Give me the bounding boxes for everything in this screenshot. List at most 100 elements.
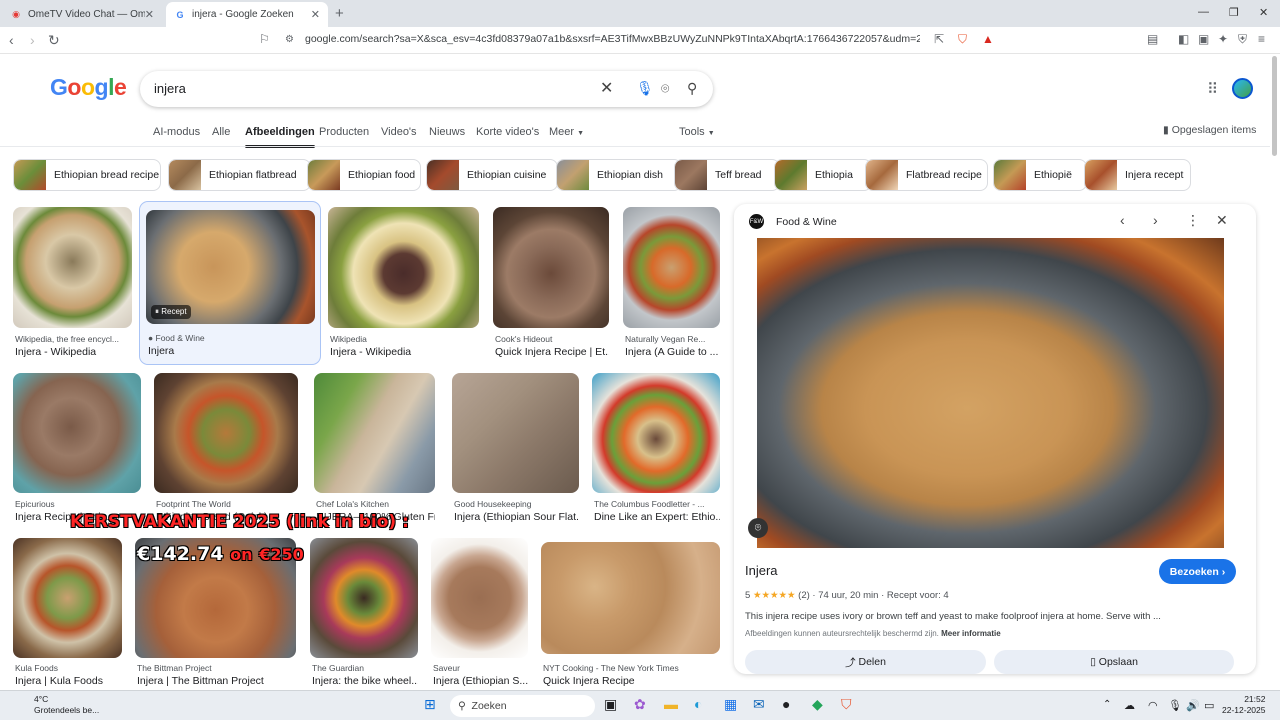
- tab-products[interactable]: Producten: [319, 126, 369, 138]
- reload-icon[interactable]: ↻: [48, 32, 60, 49]
- image-result[interactable]: Kula Foods Injera | Kula Foods: [13, 538, 122, 688]
- image-result-selected[interactable]: ⏸ Recept ● Food & Wine Injera: [139, 201, 321, 365]
- site-info-icon[interactable]: ⚙: [285, 34, 294, 45]
- image-result[interactable]: Saveur Injera (Ethiopian S...: [431, 538, 528, 688]
- tab-short-videos[interactable]: Korte video's: [476, 126, 539, 138]
- panel-source[interactable]: F&W Food & Wine: [749, 214, 837, 229]
- bookmark-icon[interactable]: ⚐: [259, 32, 270, 46]
- rewards-icon[interactable]: ▲: [982, 32, 994, 46]
- app-icon[interactable]: ●: [782, 696, 790, 712]
- close-icon[interactable]: ✕: [1216, 212, 1228, 229]
- weather-widget[interactable]: 4°C Grotendeels be...: [10, 694, 99, 716]
- chip[interactable]: Ethiopian bread recipe: [13, 159, 161, 191]
- chip[interactable]: Injera recept: [1084, 159, 1191, 191]
- outlook-icon[interactable]: ✉: [753, 696, 765, 713]
- share-icon[interactable]: ⇱: [934, 32, 944, 46]
- image-result[interactable]: NYT Cooking - The New York Times Quick I…: [541, 542, 720, 688]
- close-tab-icon[interactable]: ✕: [145, 8, 154, 21]
- clear-search-icon[interactable]: ✕: [600, 78, 613, 98]
- tray-chevron-icon[interactable]: ⌃: [1103, 699, 1111, 710]
- forward-icon[interactable]: ›: [30, 32, 35, 48]
- search-box[interactable]: injera ✕ 🎙 ⌾ ⚲: [140, 71, 713, 107]
- tab-videos[interactable]: Video's: [381, 126, 417, 138]
- save-label: Opslaan: [1098, 656, 1138, 668]
- lens-icon[interactable]: ⌾: [748, 518, 768, 538]
- brave-shields-icon[interactable]: ⛉: [958, 32, 967, 47]
- close-window-icon[interactable]: ✕: [1259, 6, 1268, 19]
- brave-icon[interactable]: ⛉: [841, 696, 852, 713]
- result-image: [314, 373, 435, 493]
- page-scrollbar[interactable]: [1272, 56, 1277, 156]
- preview-image[interactable]: [757, 238, 1224, 548]
- tab-news[interactable]: Nieuws: [429, 126, 465, 138]
- more-options-icon[interactable]: ⋮: [1186, 212, 1200, 229]
- menu-icon[interactable]: ≡: [1258, 32, 1265, 46]
- image-result[interactable]: Good Housekeeping Injera (Ethiopian Sour…: [452, 373, 579, 525]
- image-result[interactable]: Footprint The World Ethiopian Bread (Qui…: [154, 373, 298, 525]
- tab-tools[interactable]: Tools ▼: [679, 126, 715, 138]
- image-result[interactable]: The Columbus Foodletter - ... Dine Like …: [592, 373, 720, 525]
- tab-ai-mode[interactable]: AI-modus: [153, 126, 200, 138]
- taskbar-search[interactable]: ⚲ Zoeken: [450, 695, 595, 717]
- chip[interactable]: Ethiopian food: [307, 159, 421, 191]
- close-tab-icon[interactable]: ✕: [311, 8, 320, 21]
- chip[interactable]: Teff bread: [674, 159, 780, 191]
- previous-icon[interactable]: ‹: [1120, 212, 1125, 228]
- visit-button[interactable]: Bezoeken ›: [1159, 559, 1236, 584]
- windows-start-icon[interactable]: ⊞: [424, 696, 436, 713]
- image-result[interactable]: Wikipedia Injera - Wikipedia: [328, 207, 479, 359]
- tab-all[interactable]: Alle: [212, 126, 230, 138]
- search-input[interactable]: injera: [154, 81, 186, 96]
- app-icon-green[interactable]: ◆: [812, 696, 823, 713]
- wifi-icon[interactable]: ◠: [1148, 699, 1158, 712]
- lens-search-icon[interactable]: ⌾: [661, 80, 669, 97]
- save-button[interactable]: ▯ Opslaan: [994, 650, 1234, 674]
- image-result[interactable]: Cook's Hideout Quick Injera Recipe | Et.…: [493, 207, 609, 359]
- share-button[interactable]: ⤴ Delen: [745, 650, 986, 674]
- chip[interactable]: Ethiopië: [993, 159, 1087, 191]
- store-icon[interactable]: ▦: [724, 696, 737, 713]
- new-tab-icon[interactable]: +: [335, 5, 344, 22]
- chip[interactable]: Ethiopian dish: [556, 159, 682, 191]
- taskbar-clock[interactable]: 21:52 22-12-2025: [1222, 694, 1265, 716]
- url-field[interactable]: google.com/search?sa=X&sca_esv=4c3fd0837…: [305, 33, 920, 45]
- voice-search-icon[interactable]: 🎙: [636, 80, 654, 97]
- sidebar-icon[interactable]: ◧: [1178, 32, 1189, 46]
- image-result[interactable]: Epicurious Injera Recipe | Epi...: [13, 373, 141, 525]
- file-explorer-icon[interactable]: ▬: [664, 696, 678, 712]
- panel-title[interactable]: Injera: [745, 563, 778, 578]
- tab-more[interactable]: Meer ▼: [549, 126, 584, 138]
- more-info-link[interactable]: Meer informatie: [941, 629, 1001, 638]
- microphone-icon[interactable]: 🎙: [1168, 699, 1182, 712]
- restore-icon[interactable]: ❐: [1229, 6, 1239, 19]
- next-icon[interactable]: ›: [1153, 212, 1158, 228]
- chip[interactable]: Flatbread recipe: [865, 159, 988, 191]
- browser-tab-ometv[interactable]: ◉ OmeTV Video Chat — Omegle R ✕: [2, 2, 162, 27]
- chip[interactable]: Ethiopian flatbread: [168, 159, 311, 191]
- image-result[interactable]: Wikipedia, the free encycl... Injera - W…: [13, 207, 132, 359]
- copilot-icon[interactable]: ✿: [634, 696, 646, 713]
- reader-icon[interactable]: ▤: [1147, 32, 1158, 46]
- apps-grid-icon[interactable]: ⠿: [1207, 80, 1218, 98]
- volume-icon[interactable]: 🔊: [1186, 699, 1200, 712]
- edge-icon[interactable]: ◐: [694, 696, 702, 712]
- back-icon[interactable]: ‹: [9, 32, 14, 48]
- vpn-icon[interactable]: ⛨: [1238, 32, 1247, 47]
- avatar[interactable]: [1232, 78, 1253, 99]
- saved-items-link[interactable]: ▮ Opgeslagen items: [1163, 124, 1256, 136]
- wallet-icon[interactable]: ▣: [1198, 32, 1209, 46]
- chip[interactable]: Ethiopia: [774, 159, 872, 191]
- battery-icon[interactable]: ▭: [1204, 699, 1214, 712]
- image-result[interactable]: Chef Lola's Kitchen INJERA—100% Gluten F…: [314, 373, 435, 525]
- google-logo[interactable]: Google: [50, 74, 127, 101]
- search-icon[interactable]: ⚲: [687, 80, 697, 97]
- image-result[interactable]: The Guardian Injera: the bike wheel...: [310, 538, 418, 688]
- leo-ai-icon[interactable]: ✦: [1218, 32, 1228, 46]
- minimize-icon[interactable]: —: [1198, 6, 1209, 18]
- tab-images[interactable]: Afbeeldingen: [245, 126, 315, 148]
- image-result[interactable]: Naturally Vegan Re... Injera (A Guide to…: [623, 207, 720, 359]
- browser-tab-google[interactable]: G injera - Google Zoeken ✕: [166, 2, 328, 27]
- chip[interactable]: Ethiopian cuisine: [426, 159, 558, 191]
- task-view-icon[interactable]: ▣: [604, 696, 617, 713]
- tray-app-icon[interactable]: ☁: [1124, 699, 1135, 712]
